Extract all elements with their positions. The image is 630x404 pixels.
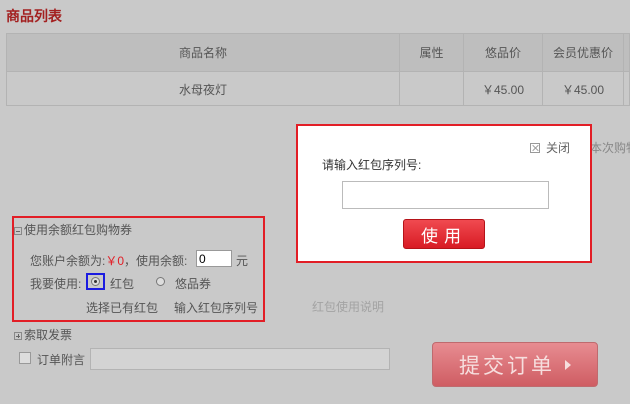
yuan-unit: 元 <box>236 254 249 268</box>
memo-label: 订单附言 <box>37 353 86 367</box>
radio-redpacket[interactable] <box>91 277 100 286</box>
column-header-attribute: 属性 <box>419 46 444 60</box>
submit-order-button[interactable]: 提交订单 <box>432 342 598 387</box>
redpacket-serial-input[interactable] <box>342 181 549 209</box>
balance-prefix: 您账户余额为: <box>30 254 106 268</box>
product-attribute <box>400 72 463 106</box>
option-redpacket-label: 红包 <box>110 277 135 291</box>
submit-order-label: 提交订单 <box>459 354 555 378</box>
use-button[interactable]: 使用 <box>403 219 485 249</box>
select-existing-redpacket-link[interactable]: 选择已有红包 <box>86 299 158 316</box>
invoice-toggle[interactable]: 索取发票 <box>14 326 72 343</box>
product-table: 商品名称 属性 悠品价 会员优惠价 水母夜灯 ￥45.00 ￥45.00 <box>6 33 630 106</box>
table-header-row: 商品名称 属性 悠品价 会员优惠价 <box>7 34 629 72</box>
close-button[interactable]: 关闭 <box>530 139 570 156</box>
balance-value: ￥0 <box>105 254 125 268</box>
radio-highlight-box <box>86 273 105 290</box>
column-header-member-price: 会员优惠价 <box>552 46 613 60</box>
close-label: 关闭 <box>546 141 571 155</box>
column-header-name: 商品名称 <box>178 46 227 60</box>
column-header-price: 悠品价 <box>484 46 521 60</box>
memo-input[interactable] <box>90 348 390 370</box>
use-label: 我要使用: <box>30 277 82 291</box>
collapse-icon <box>14 226 22 235</box>
memo-checkbox[interactable] <box>19 352 31 364</box>
payment-section-toggle[interactable]: 使用余额红包购物券 <box>14 221 132 238</box>
balance-suffix: ，使用余额: <box>124 254 188 268</box>
radio-coupon[interactable] <box>156 277 165 286</box>
modal-prompt: 请输入红包序列号: <box>322 158 422 172</box>
product-name[interactable]: 水母夜灯 <box>7 72 399 106</box>
balance-line: 您账户余额为:￥0，使用余额: <box>30 252 187 269</box>
product-price: ￥45.00 <box>481 82 525 97</box>
hidden-behind-modal-text: 本次购物 <box>590 141 630 155</box>
redpacket-help-link[interactable]: 红包使用说明 <box>312 298 384 315</box>
arrow-right-icon <box>565 359 571 370</box>
close-icon <box>530 142 540 153</box>
table-row: 水母夜灯 ￥45.00 ￥45.00 <box>7 72 629 106</box>
section-title: 商品列表 <box>6 8 62 24</box>
enter-serial-link[interactable]: 输入红包序列号 <box>174 299 258 316</box>
option-coupon-label: 悠品券 <box>175 277 212 291</box>
payment-section-title: 使用余额红包购物券 <box>24 223 133 237</box>
product-member-price: ￥45.00 <box>561 82 605 97</box>
use-balance-input[interactable] <box>196 250 232 267</box>
invoice-label: 索取发票 <box>24 328 73 342</box>
expand-icon <box>14 331 22 340</box>
